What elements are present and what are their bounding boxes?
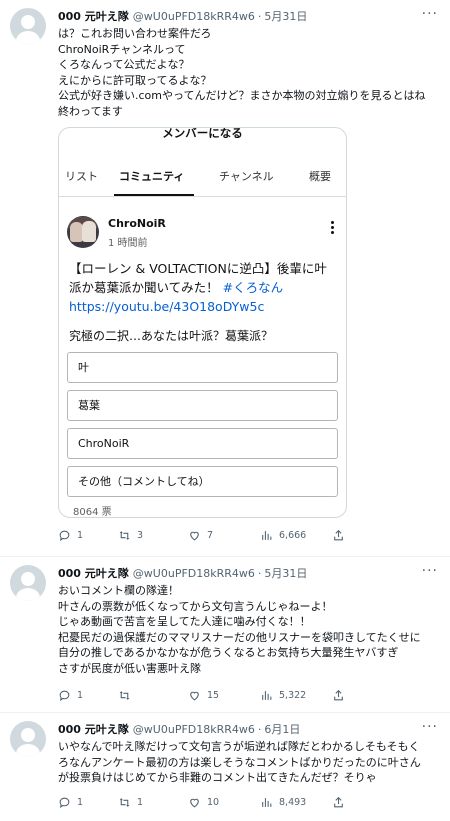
- post-link: https://youtu.be/43O18oDYw5c: [69, 299, 265, 314]
- separator-dot: ·: [257, 566, 262, 580]
- display-name[interactable]: 000 元叶え隊: [58, 565, 129, 581]
- share-icon: [334, 529, 343, 540]
- retweet-icon: [119, 690, 130, 700]
- tab-about: 概要: [309, 170, 331, 183]
- reply-count: 1: [77, 529, 84, 541]
- post-time: 1 時間前: [108, 238, 148, 249]
- like-icon: [190, 531, 199, 540]
- views-button[interactable]: 6,666: [260, 529, 332, 542]
- post-body: 【ローレン & VOLTACTIONに逆凸】後輩に叶派か葛葉派か聞いてみた！: [69, 261, 327, 295]
- tweet-text: いやなんで叶え隊だけって文句言うが垢逆れば隊だとわかるしそもそもく ろなんアンケ…: [58, 740, 421, 784]
- reply-icon: [59, 797, 70, 808]
- retweet-button[interactable]: [118, 689, 188, 702]
- reply-button[interactable]: 1: [58, 796, 118, 809]
- user-handle[interactable]: @wU0uPFD18kRR4w6: [133, 10, 255, 23]
- reply-icon: [59, 690, 70, 701]
- tweet-date[interactable]: 5月31日: [264, 565, 307, 581]
- share-button[interactable]: [332, 796, 351, 809]
- share-button[interactable]: [332, 689, 351, 702]
- views-icon: [262, 530, 272, 540]
- like-count: 7: [207, 529, 214, 541]
- tweet[interactable]: 000 元叶え隊 @wU0uPFD18kRR4w6 · 5月31日 ··· は？…: [0, 0, 450, 557]
- tab-community: コミュニティ: [119, 170, 185, 183]
- views-button[interactable]: 8,493: [260, 796, 332, 809]
- user-handle[interactable]: @wU0uPFD18kRR4w6: [133, 723, 255, 736]
- reply-count: 1: [77, 689, 84, 701]
- poll-option: ChroNoiR: [67, 428, 338, 459]
- embedded-screenshot[interactable]: メンバーになる リスト コミュニティ チャンネル 概要 ChroNoiR 1 時…: [58, 127, 347, 518]
- tweet-header: 000 元叶え隊 @wU0uPFD18kRR4w6 · 5月31日: [58, 8, 438, 24]
- view-count: 5,322: [279, 689, 307, 701]
- like-button[interactable]: 15: [188, 689, 260, 702]
- share-icon: [334, 796, 343, 808]
- retweet-button[interactable]: 3: [118, 529, 188, 542]
- like-icon: [190, 798, 199, 808]
- tab-channel: チャンネル: [219, 170, 274, 183]
- like-icon: [190, 691, 199, 700]
- post-text: 【ローレン & VOLTACTIONに逆凸】後輩に叶派か葛葉派か聞いてみた！ #…: [69, 259, 331, 316]
- tweet-date[interactable]: 6月1日: [264, 721, 300, 737]
- view-count: 8,493: [279, 797, 307, 808]
- tweet[interactable]: 000 元叶え隊 @wU0uPFD18kRR4w6 · 5月31日 ··· おい…: [0, 557, 450, 713]
- poll-option: 葛葉: [67, 390, 338, 421]
- action-bar: 1 15 5,322: [58, 682, 438, 708]
- reply-icon: [59, 530, 70, 541]
- poll-option: 叶: [67, 352, 338, 383]
- avatar[interactable]: [10, 721, 46, 757]
- tweet[interactable]: 000 元叶え隊 @wU0uPFD18kRR4w6 · 6月1日 ··· いやな…: [0, 713, 450, 821]
- views-button[interactable]: 5,322: [260, 689, 332, 702]
- separator-dot: ·: [257, 722, 262, 736]
- avatar[interactable]: [10, 8, 46, 44]
- retweet-count: 1: [137, 797, 144, 808]
- views-icon: [262, 798, 272, 807]
- tweet-date[interactable]: 5月31日: [264, 8, 307, 24]
- retweet-button[interactable]: 1: [118, 796, 188, 809]
- poll-vote-count: 8064 票: [73, 507, 112, 518]
- kebab-menu-icon: [331, 221, 334, 236]
- display-name[interactable]: 000 元叶え隊: [58, 8, 129, 24]
- more-icon[interactable]: ···: [422, 563, 438, 579]
- action-bar: 1 1 10 8,493: [58, 790, 438, 816]
- user-handle[interactable]: @wU0uPFD18kRR4w6: [133, 567, 255, 580]
- like-count: 15: [207, 689, 220, 701]
- retweet-count: 3: [137, 529, 144, 541]
- share-button[interactable]: [332, 529, 351, 542]
- retweet-icon: [119, 530, 130, 540]
- view-count: 6,666: [279, 529, 307, 541]
- action-bar: 1 3 7 6,666: [58, 522, 438, 548]
- channel-name: ChroNoiR: [108, 217, 166, 230]
- more-icon[interactable]: ···: [422, 6, 438, 22]
- community-post: ChroNoiR 1 時間前 【ローレン & VOLTACTIONに逆凸】後輩に…: [59, 197, 346, 517]
- reply-count: 1: [77, 797, 84, 808]
- more-icon[interactable]: ···: [422, 719, 438, 735]
- tweet-header: 000 元叶え隊 @wU0uPFD18kRR4w6 · 6月1日: [58, 721, 438, 737]
- reply-button[interactable]: 1: [58, 529, 118, 542]
- like-button[interactable]: 7: [188, 529, 260, 542]
- share-icon: [334, 689, 343, 700]
- poll-question: 究極の二択…あなたは叶派？葛葉派？: [69, 329, 274, 343]
- channel-avatar: [67, 216, 99, 248]
- tweet-text: おいコメント欄の隊達！ 叶さんの票数が低くなってから文句言うんじゃねーよ！ じゃ…: [58, 584, 421, 675]
- display-name[interactable]: 000 元叶え隊: [58, 721, 129, 737]
- tab-list: リスト: [65, 170, 98, 183]
- embed-tabs: リスト コミュニティ チャンネル 概要: [59, 168, 346, 196]
- reply-button[interactable]: 1: [58, 689, 118, 702]
- like-button[interactable]: 10: [188, 796, 260, 809]
- tweet-text: は？これお問い合わせ案件だろ ChroNoiRチャンネルって くろなんって公式だ…: [58, 27, 426, 118]
- avatar[interactable]: [10, 565, 46, 601]
- post-hashtag: #くろなん: [222, 280, 284, 295]
- member-button: メンバーになる: [162, 127, 243, 140]
- poll-option: その他（コメントしてね）: [67, 466, 338, 497]
- separator-dot: ·: [257, 9, 262, 23]
- tweet-header: 000 元叶え隊 @wU0uPFD18kRR4w6 · 5月31日: [58, 565, 438, 581]
- like-count: 10: [207, 797, 220, 808]
- views-icon: [262, 690, 272, 700]
- retweet-icon: [119, 798, 130, 807]
